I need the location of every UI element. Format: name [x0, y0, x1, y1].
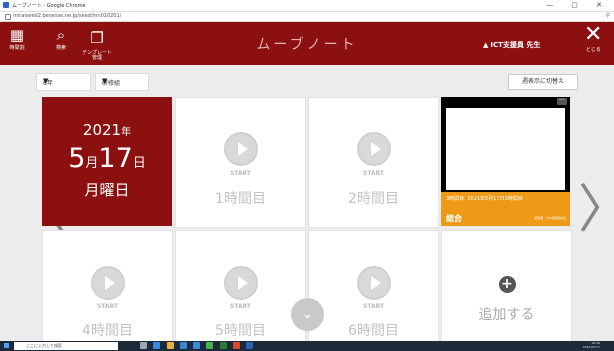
lesson-title: 総合 — [446, 214, 462, 223]
user-label: ICT支援員 先生 — [490, 41, 541, 49]
period-card[interactable]: START 5時間目 — [175, 230, 306, 344]
chevron-down-icon: ▼ — [43, 77, 49, 85]
start-label: START — [362, 170, 385, 177]
taskbar-search-input[interactable]: ここに入力して検索 — [14, 342, 118, 350]
week-view-button[interactable]: 週表示に切替え — [508, 74, 578, 90]
next-day-icon[interactable]: 〉 — [578, 180, 614, 240]
play-icon — [90, 266, 125, 300]
clock-date: 2021/05/17 — [582, 345, 600, 349]
taskbar-search-placeholder: ここに入力して検索 — [26, 343, 62, 348]
period-label: 4時間目 — [82, 323, 133, 339]
browser-title-bar: ムーブノート - Google Chrome — ▢ ✕ — [0, 0, 614, 12]
taskbar-apps — [140, 342, 258, 350]
scroll-down-button[interactable]: ⌄ — [291, 298, 324, 331]
word-icon[interactable] — [246, 342, 254, 349]
lock-icon — [5, 14, 11, 20]
period-card[interactable]: START 6時間目 — [308, 230, 439, 344]
window-controls[interactable]: — ▢ ✕ — [546, 1, 610, 9]
lesson-period: 3時間目 2021年5月17日3時間目 — [446, 196, 523, 202]
play-icon — [356, 266, 391, 300]
start-label: START — [229, 303, 252, 310]
date-year: 2021年 — [82, 121, 132, 139]
windows-start-icon[interactable] — [4, 343, 9, 348]
play-icon — [356, 132, 391, 166]
class-select[interactable]: 研修組 ▼ — [95, 73, 149, 91]
task-view-icon[interactable] — [140, 342, 147, 349]
user-name: ▲ ICT支援員 先生 — [483, 40, 540, 50]
edge-icon[interactable] — [153, 342, 161, 349]
lesson-registrant: 記録者：ICT支援員先生 — [534, 216, 566, 220]
period-card[interactable]: START 4時間目 — [42, 230, 173, 344]
more-options-icon[interactable]: ··· — [557, 98, 567, 105]
start-label: START — [362, 303, 385, 310]
play-icon — [223, 132, 258, 166]
browser-tab-title: ムーブノート - Google Chrome — [12, 3, 86, 9]
close-icon: ✕ — [584, 22, 603, 47]
folder-icon[interactable] — [166, 342, 174, 349]
mail-icon[interactable] — [193, 342, 201, 349]
excel-icon[interactable] — [219, 342, 227, 349]
date-month-day: 5月17日 — [68, 143, 146, 174]
add-lesson-button[interactable]: + 追加する — [441, 230, 572, 344]
period-label: 2時間目 — [348, 191, 399, 207]
os-taskbar: ここに入力して検索 16:46 2021/05/17 — [0, 341, 614, 351]
play-icon — [223, 266, 258, 300]
period-card[interactable]: START 1時間目 — [175, 97, 306, 228]
recorded-lesson-card[interactable]: ··· 3時間目 2021年5月17日3時間目 総合 記録者：ICT支援員先生 — [441, 97, 570, 226]
period-label: 1時間目 — [215, 191, 266, 207]
chevron-down-icon: ⌄ — [301, 306, 314, 322]
app-header: ▦ 時間割 ⌕ 検索 ❐ テンプレート 管理 ムーブノート ▲ ICT支援員 先生… — [0, 22, 614, 65]
lesson-date: 2021年5月17日3時間目 — [467, 196, 523, 202]
video-thumbnail[interactable] — [446, 108, 565, 190]
address-bar[interactable]: miraiseed2.benesse.ne.jp/seed/mn010201/ … — [0, 12, 614, 22]
user-icon: ▲ — [483, 41, 489, 49]
plus-icon: + — [498, 276, 516, 293]
lesson-info: 3時間目 2021年5月17日3時間目 総合 記録者：ICT支援員先生 — [441, 192, 570, 226]
period-label: 6時間目 — [348, 323, 399, 339]
period-card[interactable]: START 2時間目 — [308, 97, 439, 228]
chrome-icon[interactable] — [206, 342, 214, 349]
close-button[interactable]: ✕ とじる — [584, 22, 603, 54]
start-label: START — [229, 170, 252, 177]
grade-select[interactable]: 6年 ▼ — [36, 73, 91, 91]
chevron-down-icon: ▼ — [102, 77, 108, 85]
period-label: 5時間目 — [215, 323, 266, 339]
powerpoint-icon[interactable] — [232, 342, 240, 349]
zoom-icon[interactable]: ⚲ — [606, 12, 610, 19]
app-favicon-icon — [3, 2, 9, 8]
date-card: 2021年 5月17日 月曜日 — [42, 97, 172, 226]
start-label: START — [96, 303, 119, 310]
url-text[interactable]: miraiseed2.benesse.ne.jp/seed/mn010201/ — [13, 13, 121, 19]
date-weekday: 月曜日 — [84, 181, 130, 199]
add-label: 追加する — [478, 307, 535, 323]
close-label: とじる — [585, 47, 601, 53]
store-icon[interactable] — [179, 342, 187, 349]
taskbar-clock[interactable]: 16:46 2021/05/17 — [583, 341, 600, 349]
